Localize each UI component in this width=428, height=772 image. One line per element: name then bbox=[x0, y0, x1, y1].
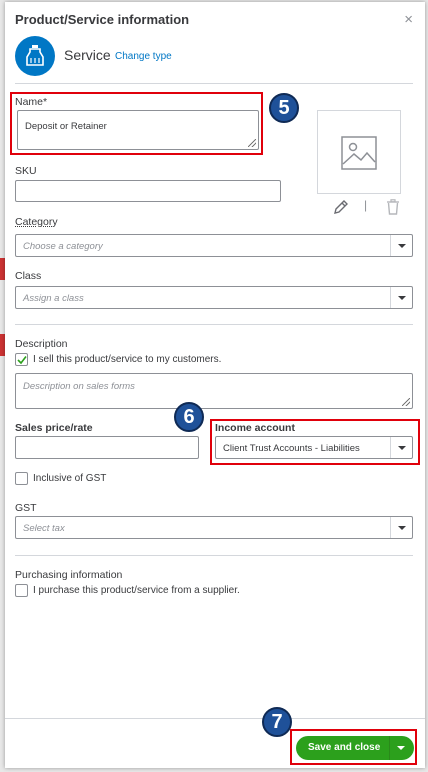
description-label: Description bbox=[15, 338, 68, 350]
gst-select[interactable]: Select tax bbox=[15, 516, 413, 539]
chevron-down-icon[interactable] bbox=[390, 235, 412, 256]
sku-label: SKU bbox=[15, 165, 37, 177]
icon-separator: | bbox=[364, 198, 368, 212]
divider bbox=[15, 324, 413, 325]
category-select[interactable]: Choose a category bbox=[15, 234, 413, 257]
step-badge-5: 5 bbox=[269, 93, 299, 123]
chevron-down-icon[interactable] bbox=[390, 287, 412, 308]
image-placeholder[interactable] bbox=[317, 110, 401, 194]
service-type-icon bbox=[15, 36, 55, 76]
sales-description-placeholder: Description on sales forms bbox=[23, 381, 135, 392]
sku-input[interactable] bbox=[15, 180, 281, 202]
sales-price-label: Sales price/rate bbox=[15, 422, 93, 434]
change-type-link[interactable]: Change type bbox=[115, 51, 172, 62]
purchase-checkbox-label: I purchase this product/service from a s… bbox=[33, 585, 240, 596]
divider bbox=[15, 83, 413, 84]
class-placeholder: Assign a class bbox=[23, 293, 84, 304]
chevron-down-icon[interactable] bbox=[390, 517, 412, 538]
inclusive-gst-label: Inclusive of GST bbox=[33, 473, 107, 484]
footer-divider bbox=[5, 718, 425, 719]
highlight-box-save bbox=[290, 729, 417, 765]
sales-description-input[interactable]: Description on sales forms bbox=[15, 373, 413, 409]
gst-placeholder: Select tax bbox=[23, 523, 65, 534]
step-badge-6: 6 bbox=[174, 402, 204, 432]
sales-price-input[interactable] bbox=[15, 436, 199, 459]
highlight-box-name bbox=[10, 92, 263, 155]
panel-title: Product/Service information bbox=[15, 12, 190, 27]
divider bbox=[15, 555, 413, 556]
pencil-icon[interactable] bbox=[333, 199, 349, 215]
close-icon[interactable]: × bbox=[404, 11, 413, 28]
step-badge-7: 7 bbox=[262, 707, 292, 737]
purchasing-label: Purchasing information bbox=[15, 569, 123, 581]
category-label: Category bbox=[15, 216, 58, 228]
image-icon bbox=[341, 136, 377, 170]
class-label: Class bbox=[15, 270, 42, 282]
product-service-panel: Product/Service information × Service Ch… bbox=[5, 2, 425, 768]
gst-label: GST bbox=[15, 502, 37, 514]
resize-handle[interactable] bbox=[402, 398, 410, 406]
class-select[interactable]: Assign a class bbox=[15, 286, 413, 309]
trash-icon[interactable] bbox=[386, 199, 400, 215]
category-placeholder: Choose a category bbox=[23, 241, 103, 252]
sell-checkbox[interactable] bbox=[15, 353, 28, 366]
purchase-checkbox[interactable] bbox=[15, 584, 28, 597]
sell-checkbox-label: I sell this product/service to my custom… bbox=[33, 354, 222, 365]
checkmark-icon bbox=[17, 356, 27, 365]
highlight-box-income-account bbox=[210, 419, 420, 465]
inclusive-gst-checkbox[interactable] bbox=[15, 472, 28, 485]
service-type-label: Service bbox=[64, 47, 111, 63]
service-bell-icon bbox=[26, 45, 44, 66]
